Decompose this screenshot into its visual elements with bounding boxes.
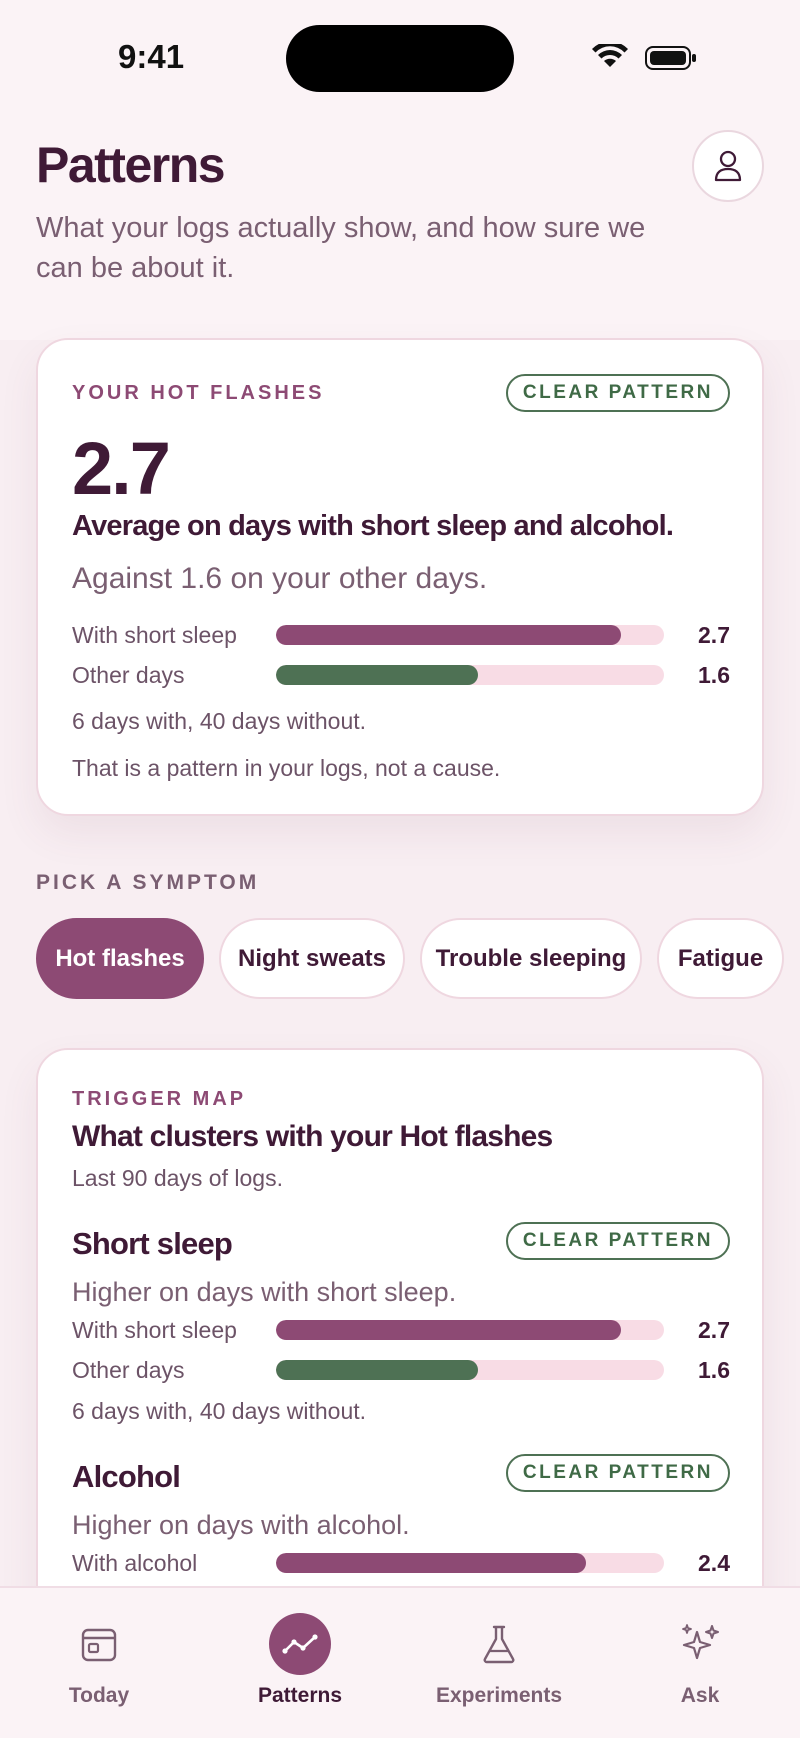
bar-track: [276, 665, 664, 685]
status-time: 9:41: [118, 38, 185, 75]
bar-track: [276, 625, 664, 645]
bar-value: 1.6: [698, 662, 730, 688]
bar-fill: [276, 1320, 622, 1340]
bar-value: 2.4: [698, 1550, 730, 1576]
page-title: Patterns: [36, 137, 226, 193]
bar-label: With alcohol: [72, 1550, 198, 1576]
sparkles-icon: [682, 1624, 719, 1660]
tab-label: Today: [68, 1684, 130, 1707]
tab-label: Patterns: [257, 1684, 343, 1707]
average-headline: Average on days with short sleep and alc…: [72, 510, 674, 542]
page-subtitle: What your logs actually show, and how su…: [36, 212, 646, 284]
bar-value: 2.7: [698, 622, 730, 648]
tab-experiments[interactable]: Experiments: [414, 1616, 584, 1716]
caveat-note: That is a pattern in your logs, not a ca…: [72, 755, 501, 781]
tab-label: Ask: [680, 1684, 720, 1707]
bar-label: With short sleep: [72, 1317, 237, 1343]
dynamic-island: [286, 25, 514, 92]
status-icons: [592, 44, 696, 70]
chip-hot-flashes[interactable]: Hot flashes: [36, 918, 204, 999]
wifi-icon: [592, 44, 628, 67]
bottom-tab-bar: Today Patterns Experiments Ask: [0, 1586, 800, 1738]
chip-night-sweats[interactable]: Night sweats: [219, 918, 405, 999]
trigger-map-card: TRIGGER MAP What clusters with your Hot …: [36, 1048, 764, 1608]
bar-label: Other days: [72, 662, 185, 688]
card-eyebrow: TRIGGER MAP: [72, 1088, 247, 1110]
bar-fill: [276, 1360, 478, 1380]
bar-value: 2.7: [698, 1317, 730, 1343]
bar-track: [276, 1320, 664, 1340]
profile-button[interactable]: [692, 130, 764, 202]
status-badge: CLEAR PATTERN: [505, 1222, 730, 1260]
factor-title-alcohol: Alcohol: [72, 1459, 181, 1494]
trend-icon: [282, 1634, 318, 1654]
sample-size-note: 6 days with, 40 days without.: [72, 708, 367, 734]
tab-patterns[interactable]: Patterns: [215, 1613, 385, 1716]
average-value: 2.7: [72, 427, 171, 510]
bar-track: [276, 1553, 664, 1573]
factor-title-short-sleep: Short sleep: [72, 1226, 233, 1261]
symptom-chip-row: Hot flashes Night sweats Trouble sleepin…: [36, 918, 800, 999]
battery-icon: [645, 46, 696, 70]
factor-subtitle: Higher on days with short sleep.: [72, 1277, 457, 1307]
tab-label: Experiments: [435, 1684, 563, 1707]
status-bar: 9:41: [0, 0, 800, 116]
factor-subtitle: Higher on days with alcohol.: [72, 1510, 410, 1540]
active-tab-indicator: [269, 1613, 331, 1675]
sample-size-note: 6 days with, 40 days without.: [72, 1398, 367, 1424]
bar-fill: [276, 625, 622, 645]
bar-fill: [276, 1553, 587, 1573]
comparison-text: Against 1.6 on your other days.: [72, 562, 488, 595]
hot-flashes-summary-card: YOUR HOT FLASHES CLEAR PATTERN 2.7 Avera…: [36, 338, 764, 816]
flask-icon: [483, 1625, 515, 1664]
status-badge: CLEAR PATTERN: [505, 374, 730, 412]
card-eyebrow: YOUR HOT FLASHES: [72, 382, 325, 404]
bar-track: [276, 1360, 664, 1380]
bar-label: With short sleep: [72, 622, 237, 648]
page-header: Patterns What your logs actually show, a…: [36, 136, 764, 288]
calendar-icon: [81, 1628, 117, 1662]
bar-label: Other days: [72, 1357, 185, 1383]
tab-ask[interactable]: Ask: [615, 1616, 785, 1716]
chip-trouble-sleeping[interactable]: Trouble sleeping: [420, 918, 642, 999]
person-icon: [714, 150, 742, 182]
bar-fill: [276, 665, 478, 685]
chip-fatigue[interactable]: Fatigue: [657, 918, 784, 999]
status-badge: CLEAR PATTERN: [505, 1454, 730, 1492]
trigger-map-title: What clusters with your Hot flashes: [72, 1120, 553, 1153]
bar-value: 1.6: [698, 1357, 730, 1383]
tab-today[interactable]: Today: [14, 1616, 184, 1716]
trigger-map-subtitle: Last 90 days of logs.: [72, 1165, 283, 1191]
symptom-section-label: PICK A SYMPTOM: [36, 871, 260, 894]
